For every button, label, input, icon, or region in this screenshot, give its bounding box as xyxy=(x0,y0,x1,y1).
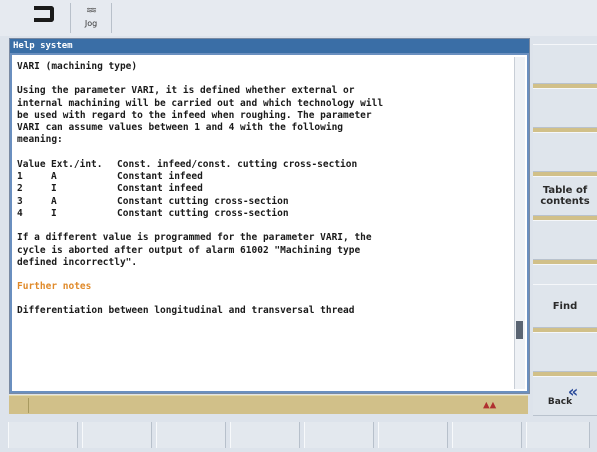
softkey-bottom-2[interactable] xyxy=(82,422,152,448)
scrollbar-thumb[interactable] xyxy=(516,321,523,339)
softkey-right-2[interactable] xyxy=(533,88,597,128)
paragraph-line: internal machining will be carried out a… xyxy=(17,97,384,109)
table-header-row: Value Ext./int. Const. infeed/const. cut… xyxy=(17,159,512,171)
softkey-right-8[interactable] xyxy=(533,332,597,372)
vertical-scrollbar[interactable] xyxy=(514,57,525,389)
table-row: 1 A Constant infeed xyxy=(17,171,512,183)
paragraph-line: be used with regard to the infeed when r… xyxy=(17,109,372,121)
table-cell: A xyxy=(51,195,57,207)
paragraph-line: cycle is aborted after output of alarm 6… xyxy=(17,244,361,256)
back-label: Back xyxy=(547,396,573,407)
jog-label: Jog xyxy=(84,19,98,28)
table-cell: 2 xyxy=(17,183,23,195)
paragraph-line: Differentiation between longitudinal and… xyxy=(17,305,355,317)
paragraph-line: VARI can assume values between 1 and 4 w… xyxy=(17,122,344,134)
paragraph-line: If a different value is programmed for t… xyxy=(17,232,372,244)
softkey-bottom-4[interactable] xyxy=(230,422,300,448)
softkey-right-1[interactable] xyxy=(533,44,597,84)
help-heading: VARI (machining type) xyxy=(17,61,138,72)
table-header-cell: Const. infeed/const. cutting cross-secti… xyxy=(117,158,358,170)
table-cell: Constant infeed xyxy=(117,183,203,195)
table-of-contents-label-line2: contents xyxy=(540,196,590,207)
paragraph-line: defined incorrectly". xyxy=(17,256,138,268)
jog-wave-icon: ≋≋ xyxy=(86,6,97,16)
softkey-bottom-3[interactable] xyxy=(156,422,226,448)
paragraph-line: Using the parameter VARI, it is defined … xyxy=(17,85,355,97)
help-window-title: Help system xyxy=(10,39,529,53)
table-cell: 1 xyxy=(17,171,23,183)
find-button[interactable]: Find xyxy=(533,284,597,328)
mode-bracket-icon xyxy=(34,6,54,22)
bottom-softkey-bar xyxy=(0,418,597,452)
status-bar: ▲▲ xyxy=(9,395,528,414)
back-button[interactable]: « Back xyxy=(533,376,597,416)
table-header-cell: Ext./int. xyxy=(51,158,103,170)
table-cell: A xyxy=(51,171,57,183)
table-of-contents-label-line1: Table of xyxy=(542,185,588,196)
table-row: 2 I Constant infeed xyxy=(17,183,512,195)
softkey-right-5[interactable] xyxy=(533,220,597,260)
help-content-frame: VARI (machining type) Using the paramete… xyxy=(10,53,529,393)
table-cell: I xyxy=(51,207,57,219)
machine-status-icon: ▲▲ xyxy=(483,398,497,411)
table-row: 3 A Constant cutting cross-section xyxy=(17,196,512,208)
softkey-bottom-5[interactable] xyxy=(304,422,374,448)
softkey-bottom-1[interactable] xyxy=(8,422,78,448)
table-of-contents-button[interactable]: Table of contents xyxy=(533,176,597,216)
softkey-right-3[interactable] xyxy=(533,132,597,172)
paragraph-line: meaning: xyxy=(17,134,63,146)
find-label: Find xyxy=(552,300,578,312)
table-cell: I xyxy=(51,183,57,195)
further-notes-link[interactable]: Further notes xyxy=(17,281,512,293)
table-cell: Constant cutting cross-section xyxy=(117,207,289,219)
help-text: VARI (machining type) Using the paramete… xyxy=(17,61,512,318)
help-window: Help system VARI (machining type) Using … xyxy=(9,38,530,394)
jog-mode-indicator: ≋≋ Jog xyxy=(70,3,112,33)
table-row: 4 I Constant cutting cross-section xyxy=(17,208,512,220)
table-cell: Constant cutting cross-section xyxy=(117,195,289,207)
softkey-bottom-6[interactable] xyxy=(378,422,448,448)
table-header-cell: Value xyxy=(17,158,46,170)
softkey-bottom-8[interactable] xyxy=(526,422,590,448)
softkey-bottom-7[interactable] xyxy=(452,422,522,448)
table-cell: 3 xyxy=(17,195,23,207)
table-cell: 4 xyxy=(17,207,23,219)
top-bar: ≋≋ Jog xyxy=(0,0,597,36)
table-cell: Constant infeed xyxy=(117,171,203,183)
